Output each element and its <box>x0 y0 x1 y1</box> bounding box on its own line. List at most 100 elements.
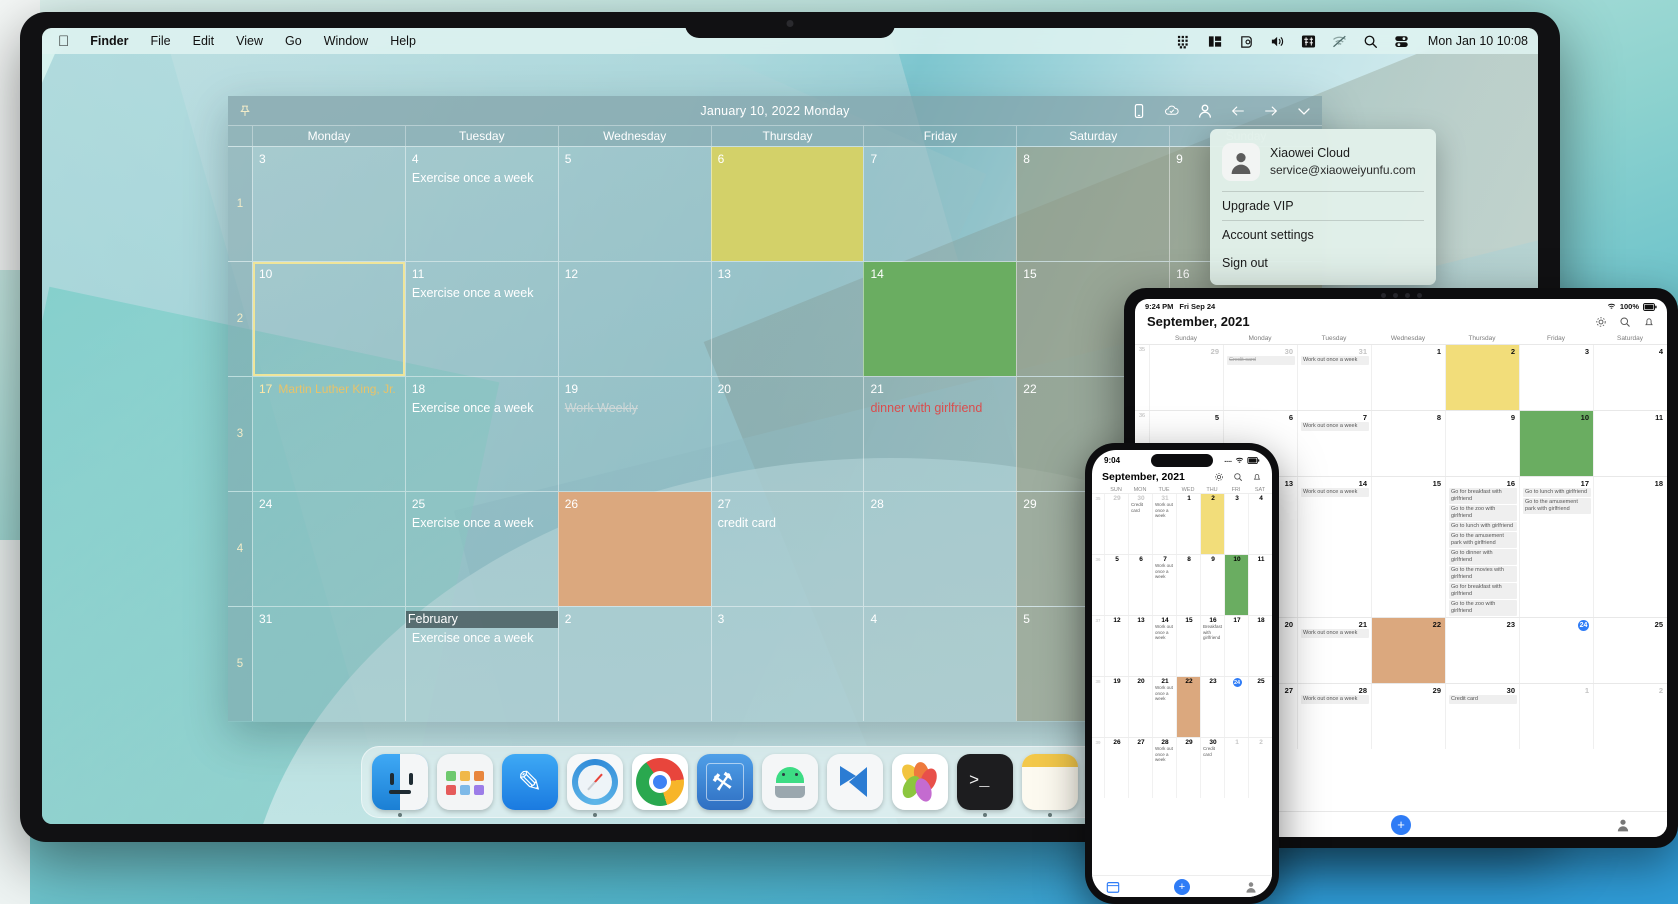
calendar-day-cell[interactable]: 7 <box>863 147 1016 261</box>
calendar-day-cell[interactable]: 18 Exercise once a week <box>404 377 558 491</box>
dock-item-app-store[interactable]: ✎ <box>502 754 558 810</box>
back-arrow-icon[interactable] <box>1230 103 1246 119</box>
control-center-icon[interactable] <box>1393 34 1410 49</box>
ipad-event-chip[interactable]: Go to the movies with girlfriend <box>1449 566 1517 582</box>
iphone-day-cell[interactable]: 14 Work out once a week <box>1152 616 1176 676</box>
iphone-event-chip[interactable]: Breakfast with girlfriend <box>1203 624 1223 641</box>
ipad-day-cell[interactable]: 31 Work out once a week <box>1297 345 1371 410</box>
ipad-event-chip[interactable]: Go to dinner with girlfriend <box>1449 549 1517 565</box>
ipad-event-chip[interactable]: Go to the amusement park with girlfriend <box>1449 532 1517 548</box>
ipad-day-cell[interactable]: 2 <box>1593 684 1667 749</box>
calendar-day-cell[interactable]: 14 <box>863 262 1017 376</box>
calendar-event[interactable]: dinner with girlfriend <box>870 401 1011 416</box>
ipad-day-cell[interactable]: 3 <box>1519 345 1593 410</box>
ipad-day-cell[interactable]: 2 <box>1445 345 1519 410</box>
ipad-event-chip[interactable]: Go to lunch with girlfriend <box>1523 488 1591 497</box>
ipad-day-cell[interactable]: 14 Work out once a week <box>1297 477 1371 617</box>
grid-dots-icon[interactable] <box>1176 34 1193 49</box>
xcode-icon[interactable]: ⚒ <box>697 754 753 810</box>
iphone-day-cell[interactable]: 2 <box>1200 494 1224 554</box>
iphone-day-cell[interactable]: 15 <box>1176 616 1200 676</box>
calendar-day-cell[interactable]: 20 <box>710 377 864 491</box>
iphone-day-cell[interactable]: 22 <box>1176 677 1200 737</box>
menu-item-sign-out[interactable]: Sign out <box>1210 249 1436 277</box>
calendar-event[interactable]: Exercise once a week <box>412 286 553 301</box>
iphone-day-cell[interactable]: 1 <box>1176 494 1200 554</box>
volume-icon[interactable] <box>1269 34 1286 49</box>
calendar-day-cell[interactable]: 21 dinner with girlfriend <box>863 377 1016 491</box>
launchpad-icon[interactable] <box>437 754 493 810</box>
pin-icon[interactable] <box>238 104 252 118</box>
ipad-day-cell[interactable]: 29 <box>1149 345 1223 410</box>
ipad-event-chip[interactable]: Go for breakfast with girlfriend <box>1449 583 1517 599</box>
iphone-day-cell[interactable]: 18 <box>1248 616 1272 676</box>
vs-code-icon[interactable] <box>827 754 883 810</box>
iphone-day-cell[interactable]: 25 <box>1248 677 1272 737</box>
calendar-day-cell[interactable]: 6 <box>710 147 864 261</box>
ipad-day-cell[interactable]: 28 Work out once a week <box>1297 684 1371 749</box>
iphone-day-cell[interactable]: 24 <box>1224 677 1248 737</box>
calendar-day-cell[interactable]: 26 <box>557 492 711 606</box>
forward-arrow-icon[interactable] <box>1263 103 1279 119</box>
ipad-event-chip[interactable]: Work out once a week <box>1301 629 1369 638</box>
bell-icon[interactable] <box>1252 472 1262 482</box>
dock-item-finder[interactable] <box>372 754 428 817</box>
menu-item-finder[interactable]: Finder <box>79 34 139 48</box>
iphone-day-cell[interactable]: 29 <box>1176 738 1200 798</box>
ipad-day-cell[interactable]: 1 <box>1519 684 1593 749</box>
ipad-event-chip[interactable]: Work out once a week <box>1301 422 1369 431</box>
ipad-day-cell[interactable]: 23 <box>1445 618 1519 683</box>
ipad-account-icon[interactable] <box>1615 817 1631 833</box>
iphone-event-chip[interactable]: Credit card <box>1131 502 1151 513</box>
calendar-day-cell[interactable]: 27 credit card <box>710 492 864 606</box>
calendar-day-cell[interactable]: 4 <box>863 607 1016 721</box>
dock-item-chrome[interactable] <box>632 754 688 810</box>
iphone-day-cell[interactable]: 21 Work out once a week <box>1152 677 1176 737</box>
menu-bar-clock[interactable]: Mon Jan 10 10:08 <box>1428 34 1528 48</box>
ipad-day-cell[interactable]: 18 <box>1593 477 1667 617</box>
notes-icon[interactable] <box>1022 754 1078 810</box>
iphone-day-cell[interactable]: 10 <box>1224 555 1248 615</box>
calendar-day-cell[interactable]: 11 Exercise once a week <box>404 262 558 376</box>
calendar-day-cell[interactable]: 2 <box>557 607 711 721</box>
ipad-day-cell[interactable]: 11 <box>1593 411 1667 476</box>
dock-item-android-studio[interactable] <box>762 754 818 810</box>
menu-item-view[interactable]: View <box>225 34 274 48</box>
iphone-day-cell[interactable]: 6 <box>1128 555 1152 615</box>
dock-item-notes[interactable] <box>1022 754 1078 817</box>
calendar-event[interactable]: Exercise once a week <box>412 401 553 416</box>
calendar-day-cell[interactable]: 24 <box>252 492 405 606</box>
android-studio-icon[interactable] <box>762 754 818 810</box>
menu-item-edit[interactable]: Edit <box>182 34 226 48</box>
search-icon[interactable] <box>1362 34 1379 49</box>
calendar-day-cell[interactable]: 4 Exercise once a week <box>404 147 558 261</box>
calendar-day-cell[interactable]: 19 Work Weekly <box>557 377 711 491</box>
iphone-day-cell[interactable]: 11 <box>1248 555 1272 615</box>
iphone-calendar-icon[interactable] <box>1106 880 1120 894</box>
calendar-day-cell[interactable]: 28 <box>863 492 1016 606</box>
ipad-event-chip[interactable]: Work out once a week <box>1301 695 1369 704</box>
dock-item-terminal[interactable]: >_ <box>957 754 1013 817</box>
ipad-event-chip[interactable]: Go for breakfast with girlfriend <box>1449 488 1517 504</box>
ipad-day-cell[interactable]: 15 <box>1371 477 1445 617</box>
calendar-day-cell[interactable]: February Exercise once a week <box>404 607 558 721</box>
calendar-event[interactable]: Work Weekly <box>565 401 706 416</box>
ipad-day-cell[interactable]: 1 <box>1371 345 1445 410</box>
iphone-event-chip[interactable]: Work out once a week <box>1155 502 1175 519</box>
iphone-day-cell[interactable]: 30 Credit card <box>1128 494 1152 554</box>
iphone-day-cell[interactable]: 30 Credit card <box>1200 738 1224 798</box>
iphone-day-cell[interactable]: 26 <box>1104 738 1128 798</box>
ipad-event-chip[interactable]: Work out once a week <box>1301 488 1369 497</box>
iphone-day-cell[interactable]: 31 Work out once a week <box>1152 494 1176 554</box>
iphone-event-chip[interactable]: Work out once a week <box>1155 563 1175 580</box>
ipad-add-event-button[interactable]: + <box>1391 814 1411 835</box>
gear-icon[interactable] <box>1595 316 1607 328</box>
terminal-icon[interactable]: >_ <box>957 754 1013 810</box>
iphone-day-cell[interactable]: 27 <box>1128 738 1152 798</box>
iphone-day-cell[interactable]: 28 Work out once a week <box>1152 738 1176 798</box>
app-store-icon[interactable]: ✎ <box>502 754 558 810</box>
ipad-day-cell[interactable]: 30 Credit card <box>1445 684 1519 749</box>
calendar-day-cell[interactable]: 8 <box>1016 147 1170 261</box>
finder-icon[interactable] <box>372 754 428 810</box>
iphone-day-cell[interactable]: 13 <box>1128 616 1152 676</box>
